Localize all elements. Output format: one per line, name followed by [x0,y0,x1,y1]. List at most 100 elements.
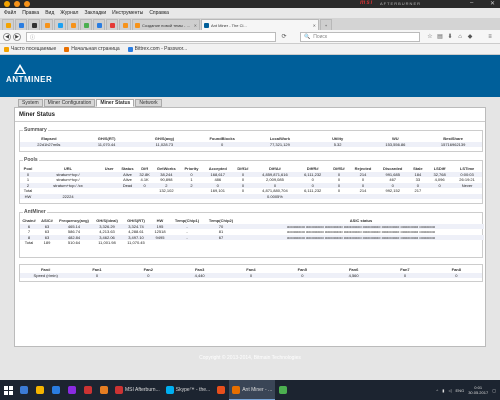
taskbar-item[interactable]: Skype™ - the... [163,380,213,400]
start-button[interactable] [0,380,16,400]
bookmark-item[interactable]: Часто посещаемые [4,46,56,52]
taskbar-item[interactable] [275,380,291,400]
menu-item[interactable]: Файл [4,10,16,16]
pools-legend: Pools [23,157,39,163]
chevron-up-icon[interactable]: ^ [436,388,438,393]
library-icon[interactable]: ▤ [436,33,444,41]
table-cell: 4,560 [327,272,380,278]
browser-tab[interactable] [80,19,92,30]
browser-tab[interactable] [67,19,79,30]
column-header: GetWorks [156,166,176,171]
forward-icon[interactable]: ▶ [13,33,21,41]
taskbar-item[interactable] [32,380,48,400]
browser-tab[interactable] [2,19,14,30]
download-icon[interactable]: ⬇ [446,33,454,41]
browser-menubar: Файл Правка Вид Журнал Закладки Инструменты Сп… [0,8,500,18]
nav-tab[interactable]: Miner Status [96,99,135,107]
bookmark-item[interactable]: Bittrex.com - Passwor... [127,46,187,52]
column-header: Temp(Chip1) [174,218,200,223]
bookmark-label: Часто посещаемые [11,46,57,52]
antminer-section: AntMiner Chain# ASIC# Frequency(avg) GH/S(i… [19,209,484,258]
minimize-icon[interactable]: – [470,0,473,6]
star-icon[interactable]: ☆ [426,33,434,41]
notifications-icon[interactable]: ▢ [492,388,496,393]
menu-item[interactable]: Справка [149,10,169,16]
close-tab-icon[interactable]: ✕ [194,23,197,28]
taskbar-item[interactable]: Ant Miner - ... [229,380,276,400]
copyright-footer: Copyright © 2013-2014, Bitmain Technolog… [199,355,301,361]
browser-tab[interactable] [106,19,118,30]
table-cell [408,193,428,199]
favicon-icon [44,22,50,28]
column-header: Temp(Chip2) [208,218,234,223]
table-cell [349,193,377,199]
taskbar-label: Skype™ - the... [175,387,211,393]
favicon-icon [57,22,63,28]
close-tab-icon[interactable]: ✕ [313,23,316,28]
table-cell [376,193,409,199]
browser-tab[interactable] [28,19,40,30]
language-indicator[interactable]: ENG [456,388,465,393]
taskbar-item[interactable] [16,380,32,400]
table-cell: HW [20,193,36,199]
nav-tab[interactable]: Network [135,99,162,107]
menu-item[interactable]: Закладки [84,10,106,16]
browser-tab[interactable]: Создание новой темы - Bit... ✕ [132,19,200,30]
fans-section: Fan# Fan1 Fan2 Fan3 Fan4 Fan5 Fan6 Fan7 Fan8 Spe… [19,264,483,282]
bookmark-label: Начальная страница [71,46,120,52]
browser-tab[interactable] [93,19,105,30]
table-cell: Total [24,240,34,245]
bookmark-icon [64,46,70,52]
bitcoin-icon[interactable] [14,1,20,7]
taskbar-item[interactable]: MSI Afterburn... [112,380,163,400]
nav-tab[interactable]: Miner Configuration [43,99,96,107]
app-icon [165,386,174,394]
table-cell [180,193,203,199]
menu-icon[interactable]: ≡ [486,33,494,41]
menu-item[interactable]: Журнал [60,10,78,16]
taskbar-item[interactable] [80,380,96,400]
bookmark-item[interactable]: Начальная страница [64,46,120,52]
menu-item[interactable]: Вид [45,10,54,16]
app-icon [20,386,28,394]
table-cell [202,193,233,199]
menu-item[interactable]: Инструменты [112,10,143,16]
browser-tab[interactable] [15,19,27,30]
taskbar-item[interactable] [64,380,80,400]
back-icon[interactable]: ◀ [3,33,11,41]
url-bar[interactable]: ⓘ [26,32,276,42]
clock[interactable]: 0:01 30.05.2017 [468,385,488,395]
browser-tab[interactable]: Ant Miner - The Cl... ✕ [201,19,319,30]
home-icon[interactable]: ⌂ [456,33,464,41]
network-icon[interactable]: ▮ [442,388,444,393]
menu-item[interactable]: Правка [22,10,39,16]
table-cell [427,193,453,199]
summary-legend: Summary [23,127,48,133]
app-icon [100,386,108,394]
browser-tab[interactable] [54,19,66,30]
volume-icon[interactable]: ◁ [448,388,451,393]
browser-tab[interactable] [119,19,131,30]
table-cell: 5.32 [308,141,367,147]
miner-status-panel: Miner Status Summary Elapsed GH/S(RT) GH/S… [14,107,486,347]
browser-navbar: ◀ ▶ ⓘ ⟳ 🔍 Поиск ☆ ▤ ⬇ ⌂ ◆ ≡ [0,30,500,44]
table-cell [232,193,254,199]
new-tab-button[interactable]: + [320,19,332,30]
reload-icon[interactable]: ⟳ [280,33,288,41]
taskbar-item[interactable] [48,380,64,400]
favicon-icon [5,22,11,28]
bitcoin-icon[interactable] [24,1,30,7]
column-header: Frequency(avg) [59,218,89,223]
search-input[interactable]: 🔍 Поиск [300,32,420,42]
taskbar-item[interactable] [213,380,229,400]
shield-icon[interactable]: ◆ [466,33,474,41]
browser-tab[interactable] [41,19,53,30]
table-cell: 0 [122,272,174,278]
taskbar-item[interactable] [96,380,112,400]
info-icon: ⓘ [30,34,36,41]
pools-table: Pool URL User Status Diff GetWorks Priority Acc… [20,166,482,199]
app-icon[interactable] [4,1,10,7]
nav-tab[interactable]: System [18,99,43,107]
close-icon[interactable]: ✕ [490,0,495,7]
table-cell [328,193,350,199]
